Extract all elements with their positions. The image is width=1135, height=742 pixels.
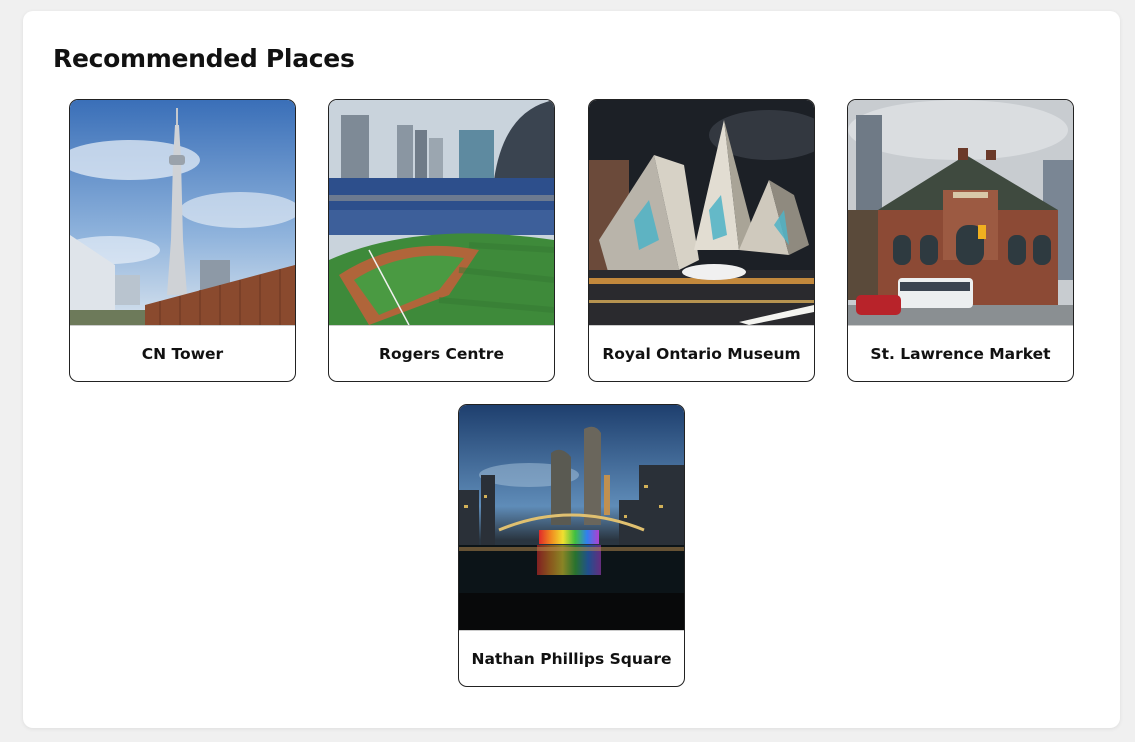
place-name: St. Lawrence Market bbox=[848, 325, 1073, 381]
place-card-rogers-centre[interactable]: Rogers Centre bbox=[328, 99, 555, 382]
place-name: Rogers Centre bbox=[329, 325, 554, 381]
royal-ontario-museum-photo bbox=[589, 100, 814, 325]
rogers-centre-photo bbox=[329, 100, 554, 325]
section-title: Recommended Places bbox=[53, 44, 355, 73]
place-name: Nathan Phillips Square bbox=[459, 630, 684, 686]
place-name: Royal Ontario Museum bbox=[589, 325, 814, 381]
recommended-places-panel: Recommended Places CN Tower Rogers Centr… bbox=[23, 11, 1120, 728]
nathan-phillips-square-photo bbox=[459, 405, 684, 630]
place-card-cn-tower[interactable]: CN Tower bbox=[69, 99, 296, 382]
place-card-nathan-phillips-square[interactable]: Nathan Phillips Square bbox=[458, 404, 685, 687]
place-card-royal-ontario-museum[interactable]: Royal Ontario Museum bbox=[588, 99, 815, 382]
place-name: CN Tower bbox=[70, 325, 295, 381]
cn-tower-photo bbox=[70, 100, 295, 325]
st-lawrence-market-photo bbox=[848, 100, 1073, 325]
place-card-st-lawrence-market[interactable]: St. Lawrence Market bbox=[847, 99, 1074, 382]
